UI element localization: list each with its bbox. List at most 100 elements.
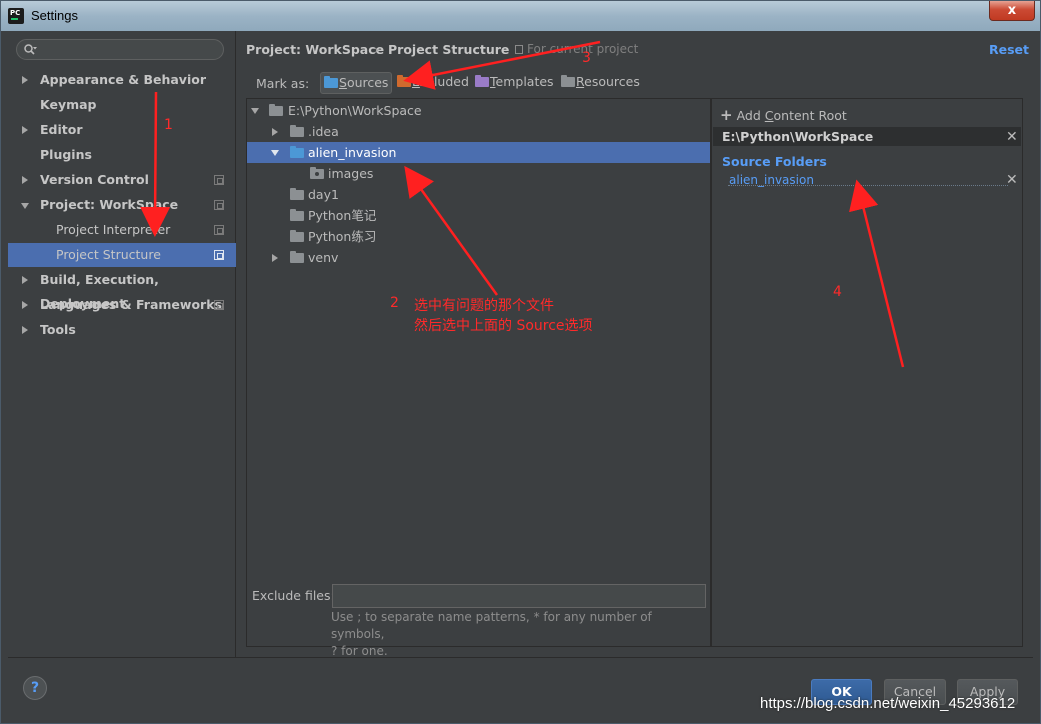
sidebar-item-appearance-behavior[interactable]: Appearance & Behavior [8, 68, 236, 92]
help-icon[interactable]: ? [23, 676, 47, 700]
annotation-note-line-2: 然后选中上面的 Source选项 [414, 318, 593, 334]
sidebar-item-keymap[interactable]: Keymap [8, 93, 236, 117]
source-folder-icon [290, 146, 304, 158]
annotation-label-2: 2 [390, 295, 399, 311]
chevron-right-icon[interactable] [272, 254, 278, 262]
sidebar-item-label: Appearance & Behavior [40, 72, 206, 87]
sidebar-item-version-control[interactable]: Version Control [8, 168, 236, 192]
sidebar-item-label: Project Interpreter [56, 222, 171, 237]
window-close-button[interactable]: x [989, 1, 1035, 21]
resources-folder-icon [561, 75, 575, 87]
reset-link[interactable]: Reset [989, 42, 1029, 57]
sidebar-item-project-interpreter[interactable]: Project Interpreter [8, 218, 236, 242]
tree-row-label: day1 [308, 187, 339, 202]
breadcrumb-project: Project: WorkSpace [246, 42, 385, 57]
mark-as-label: Mark as: [256, 76, 310, 91]
chevron-right-icon[interactable] [22, 276, 28, 284]
chevron-right-icon[interactable] [22, 176, 28, 184]
sidebar-item-label: Version Control [40, 172, 149, 187]
tree-row-label: Python笔记 [308, 208, 377, 223]
exclude-files-input[interactable] [332, 584, 706, 608]
sidebar-item-editor[interactable]: Editor [8, 118, 236, 142]
tree-row-label: .idea [308, 124, 339, 139]
chevron-down-icon[interactable] [21, 203, 29, 209]
chevron-right-icon[interactable] [22, 76, 28, 84]
add-content-root-label: ontent Root [773, 108, 847, 123]
exclude-help-line: Use ; to separate name patterns, * for a… [331, 610, 652, 641]
project-scope-icon [214, 200, 224, 210]
exclude-files-label: Exclude files: [252, 588, 335, 603]
annotation-label-3: 3 [582, 50, 591, 66]
add-content-root-label: Add [736, 108, 765, 123]
chevron-down-icon[interactable] [251, 108, 259, 114]
mark-sources-label: ources [346, 75, 389, 90]
window-title: Settings [31, 8, 78, 23]
chevron-down-icon[interactable] [271, 150, 279, 156]
sidebar-item-label: Tools [40, 322, 76, 337]
sidebar-item-tools[interactable]: Tools [8, 318, 236, 342]
settings-sidebar: Appearance & Behavior Keymap Editor Plug… [8, 31, 236, 657]
mark-resources-mnemonic: R [576, 74, 585, 89]
chevron-right-icon[interactable] [22, 326, 28, 334]
chevron-right-icon[interactable] [22, 301, 28, 309]
source-folders-heading: Source Folders [722, 154, 827, 169]
annotation-note-line-1: 选中有问题的那个文件 [414, 298, 554, 314]
sidebar-item-build-execution-deployment[interactable]: Build, Execution, Deployment [8, 268, 236, 311]
tree-row-python-practice[interactable]: Python练习 [247, 226, 710, 247]
sidebar-item-label: Project Structure [56, 247, 161, 262]
sidebar-item-languages-frameworks[interactable]: Languages & Frameworks [8, 293, 236, 317]
mark-excluded-button[interactable]: Excluded [394, 72, 469, 94]
mark-sources-button[interactable]: Sources [320, 72, 393, 94]
tree-row-day1[interactable]: day1 [247, 184, 710, 205]
mark-templates-button[interactable]: Templates [472, 72, 554, 94]
exclude-files-help: Use ; to separate name patterns, * for a… [331, 609, 707, 660]
mark-templates-label: emplates [495, 74, 554, 89]
sidebar-item-project-structure[interactable]: Project Structure [8, 243, 236, 267]
tree-row-label: alien_invasion [308, 145, 397, 160]
project-scope-icon [214, 300, 224, 310]
folder-icon [290, 209, 304, 221]
project-scope-icon [515, 45, 523, 54]
mark-resources-button[interactable]: Resources [558, 72, 640, 94]
sidebar-item-label: Project: WorkSpace [40, 197, 179, 212]
tree-row-idea[interactable]: .idea [247, 121, 710, 142]
add-content-root-button[interactable]: + Add Content Root [720, 106, 847, 124]
project-scope-icon [214, 250, 224, 260]
sidebar-item-label: Languages & Frameworks [40, 297, 222, 312]
excluded-folder-icon [397, 75, 411, 87]
annotation-label-4: 4 [833, 284, 842, 300]
remove-content-root-icon[interactable]: ✕ [1006, 130, 1018, 144]
mark-excluded-mnemonic: E [412, 74, 420, 89]
settings-search-input[interactable] [16, 39, 224, 60]
chevron-right-icon[interactable] [272, 128, 278, 136]
package-folder-icon [310, 167, 324, 179]
chevron-right-icon[interactable] [22, 126, 28, 134]
mark-sources-mnemonic: S [339, 75, 347, 90]
annotation-label-1: 1 [164, 117, 173, 133]
tree-row-python-notes[interactable]: Python笔记 [247, 205, 710, 226]
folder-icon [269, 104, 283, 116]
source-folder-underline [728, 185, 1008, 186]
folder-icon [290, 230, 304, 242]
page-title: Project Structure [388, 42, 510, 57]
folder-icon [290, 188, 304, 200]
sidebar-item-project-workspace[interactable]: Project: WorkSpace [8, 193, 236, 217]
templates-folder-icon [475, 75, 489, 87]
sidebar-item-plugins[interactable]: Plugins [8, 143, 236, 167]
tree-row-root[interactable]: E:\Python\WorkSpace [247, 100, 710, 121]
folder-icon [290, 251, 304, 263]
project-scope-icon [214, 225, 224, 235]
tree-row-alien-invasion[interactable]: alien_invasion [247, 142, 710, 163]
folder-icon [290, 125, 304, 137]
project-tree[interactable]: E:\Python\WorkSpace .idea alien_invasion… [246, 98, 711, 647]
footer-divider [8, 657, 1033, 658]
tree-row-label: E:\Python\WorkSpace [288, 103, 422, 118]
remove-source-folder-icon[interactable]: ✕ [1006, 173, 1018, 187]
tree-row-venv[interactable]: venv [247, 247, 710, 268]
tree-row-images[interactable]: images [247, 163, 710, 184]
title-bar: PC Settings x [1, 1, 1040, 31]
add-content-root-mnemonic: C [764, 108, 774, 123]
pycharm-app-icon: PC [8, 8, 24, 24]
mark-resources-label: esources [584, 74, 640, 89]
sidebar-item-label: Keymap [40, 97, 97, 112]
